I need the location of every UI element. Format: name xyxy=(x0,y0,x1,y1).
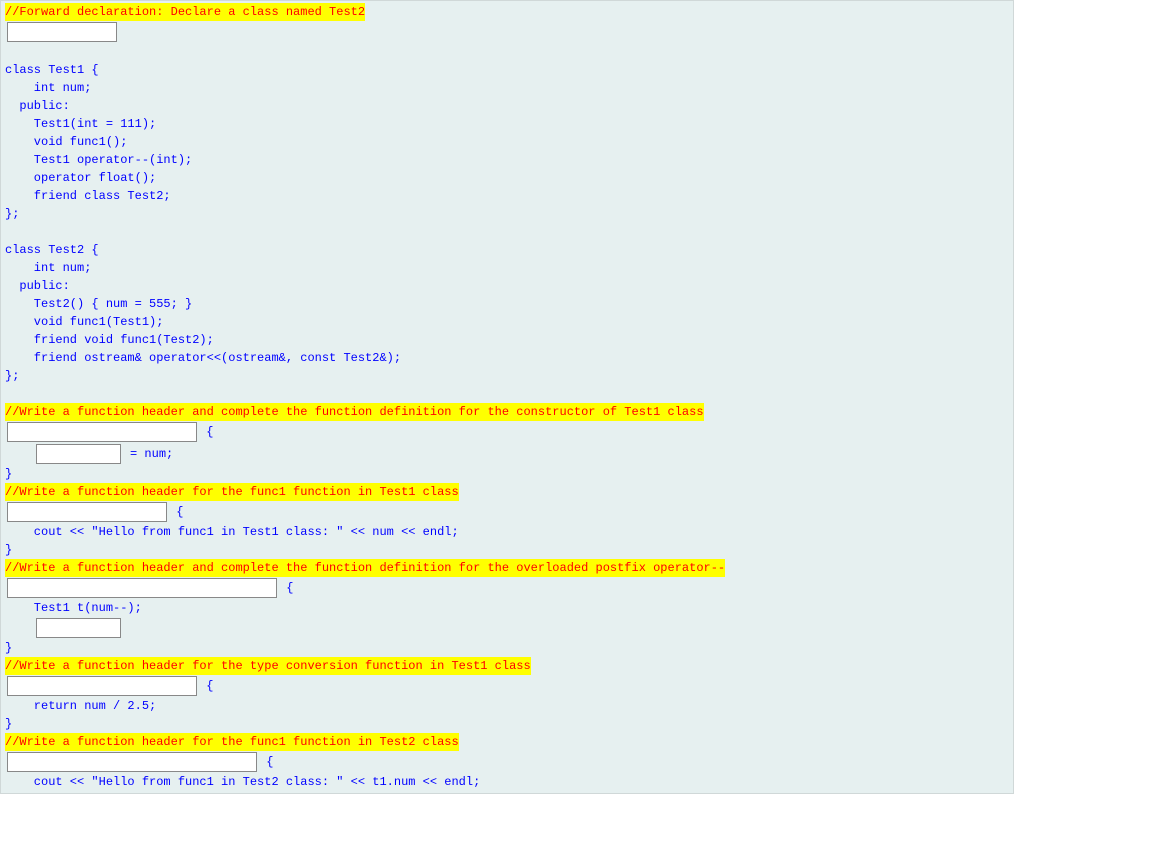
code-text: { xyxy=(199,423,213,441)
code-text: = num; xyxy=(123,445,173,463)
code-line: int num; xyxy=(5,259,91,277)
code-line: Test2() { num = 555; } xyxy=(5,295,192,313)
code-line: public: xyxy=(5,277,70,295)
comment-forward-decl: //Forward declaration: Declare a class n… xyxy=(5,3,365,21)
code-line: } xyxy=(5,639,12,657)
code-line: Test1(int = 111); xyxy=(5,115,156,133)
code-text: { xyxy=(259,753,273,771)
code-line: }; xyxy=(5,367,19,385)
code-line: friend ostream& operator<<(ostream&, con… xyxy=(5,349,401,367)
code-line: int num; xyxy=(5,79,91,97)
code-line: Test1 t(num--); xyxy=(5,599,142,617)
code-line: } xyxy=(5,465,12,483)
input-func1-test2-header[interactable] xyxy=(7,752,257,772)
input-func1-test1-header[interactable] xyxy=(7,502,167,522)
code-line: void func1(Test1); xyxy=(5,313,163,331)
input-forward-decl[interactable] xyxy=(7,22,117,42)
comment-func1-test2: //Write a function header for the func1 … xyxy=(5,733,459,751)
code-block: //Forward declaration: Declare a class n… xyxy=(0,0,1014,794)
code-line: void func1(); xyxy=(5,133,127,151)
code-text: { xyxy=(199,677,213,695)
code-text xyxy=(5,445,34,463)
code-text: { xyxy=(279,579,293,597)
code-line: operator float(); xyxy=(5,169,156,187)
code-text xyxy=(5,619,34,637)
input-postfix-header[interactable] xyxy=(7,578,277,598)
code-line: friend void func1(Test2); xyxy=(5,331,214,349)
code-line: friend class Test2; xyxy=(5,187,171,205)
code-line: class Test1 { xyxy=(5,61,99,79)
comment-constructor: //Write a function header and complete t… xyxy=(5,403,704,421)
input-constructor-body[interactable] xyxy=(36,444,121,464)
code-line: } xyxy=(5,715,12,733)
input-constructor-header[interactable] xyxy=(7,422,197,442)
code-line: cout << "Hello from func1 in Test2 class… xyxy=(5,773,480,791)
code-text: { xyxy=(169,503,183,521)
code-line: }; xyxy=(5,205,19,223)
code-line: class Test2 { xyxy=(5,241,99,259)
comment-typeconv: //Write a function header for the type c… xyxy=(5,657,531,675)
input-typeconv-header[interactable] xyxy=(7,676,197,696)
comment-postfix: //Write a function header and complete t… xyxy=(5,559,725,577)
code-line: } xyxy=(5,541,12,559)
input-postfix-body[interactable] xyxy=(36,618,121,638)
code-line: return num / 2.5; xyxy=(5,697,156,715)
code-line: cout << "Hello from func1 in Test1 class… xyxy=(5,523,459,541)
comment-func1-test1: //Write a function header for the func1 … xyxy=(5,483,459,501)
code-line: Test1 operator--(int); xyxy=(5,151,192,169)
code-line: public: xyxy=(5,97,70,115)
